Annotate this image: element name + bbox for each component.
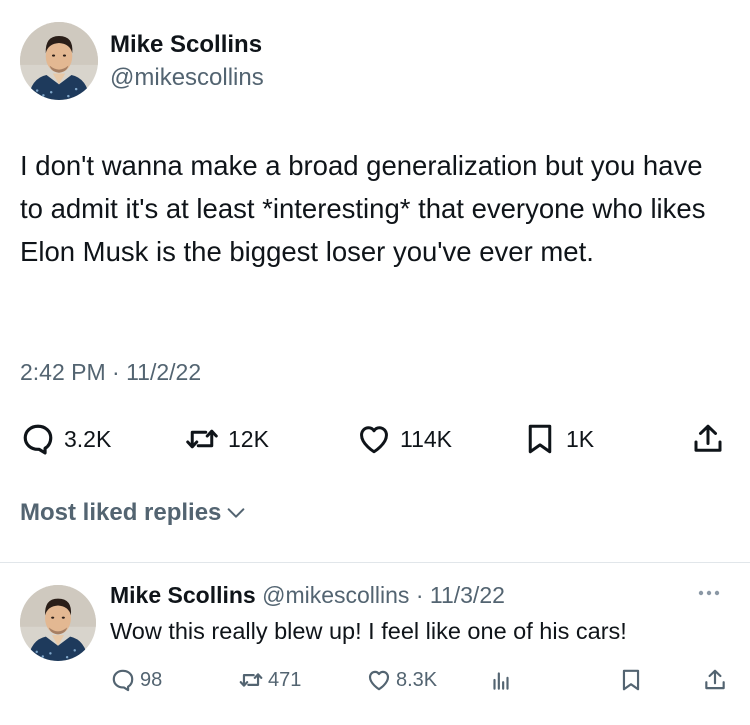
section-divider	[0, 562, 750, 563]
bookmark-button[interactable]: 1K	[522, 418, 594, 460]
reply-button[interactable]: 3.2K	[20, 418, 111, 460]
author-name[interactable]: Mike Scollins	[110, 31, 262, 59]
replies-sort-label: Most liked replies	[20, 499, 222, 526]
tweet-action-bar: 3.2K 12K 114K 1K	[0, 418, 750, 460]
reply-action-bar: 98 471 8.3K	[0, 664, 750, 696]
tweet-text: I don't wanna make a broad generalizatio…	[20, 150, 706, 267]
heart-icon	[368, 670, 390, 691]
reply-count: 3.2K	[64, 425, 112, 452]
share-upload-icon	[694, 424, 722, 452]
heart-icon	[360, 426, 388, 454]
reply-share-button[interactable]	[702, 664, 728, 696]
reply-like-button[interactable]: 8.3K	[366, 664, 437, 696]
reply-text: Wow this really blew up! I feel like one…	[110, 618, 627, 644]
retweet-arrows-icon	[239, 673, 263, 687]
like-count: 114K	[400, 425, 453, 452]
bar-chart-icon	[493, 672, 509, 690]
reply-bookmark-button[interactable]	[618, 664, 644, 696]
reply-like-count: 8.3K	[396, 668, 438, 691]
reply-reply-button[interactable]: 98	[110, 664, 162, 696]
reply-author-handle[interactable]: @mikescollins	[262, 582, 409, 608]
share-upload-icon	[705, 669, 725, 690]
reply-retweet-button[interactable]: 471	[238, 664, 301, 696]
share-button[interactable]	[690, 418, 726, 460]
bookmark-icon	[528, 424, 552, 454]
replies-sort-dropdown[interactable]: Most liked replies	[20, 499, 247, 527]
reply-date[interactable]: · 11/3/22	[416, 582, 505, 608]
reply-author-name[interactable]: Mike Scollins	[110, 582, 256, 608]
retweet-arrows-icon	[186, 429, 218, 449]
reply-header: Mike Scollins @mikescollins · 11/3/22	[110, 582, 505, 609]
reply-reply-count: 98	[140, 668, 163, 691]
chevron-down-icon	[228, 508, 245, 518]
speech-bubble-icon	[23, 424, 53, 455]
retweet-button[interactable]: 12K	[184, 418, 269, 460]
author-handle[interactable]: @mikescollins	[110, 64, 264, 92]
speech-bubble-icon	[112, 669, 134, 692]
reply-retweet-count: 471	[268, 668, 302, 691]
tweet-timestamp[interactable]: 2:42 PM · 11/2/22	[20, 359, 201, 386]
retweet-count: 12K	[228, 425, 269, 452]
ellipsis-icon	[698, 590, 720, 596]
reply-author-avatar[interactable]	[20, 585, 96, 661]
bookmark-count: 1K	[566, 425, 595, 452]
like-button[interactable]: 114K	[356, 418, 452, 460]
reply-views-button[interactable]	[488, 664, 514, 696]
bookmark-icon	[622, 669, 640, 691]
reply-more-button[interactable]	[694, 583, 724, 603]
author-avatar[interactable]	[20, 22, 98, 100]
